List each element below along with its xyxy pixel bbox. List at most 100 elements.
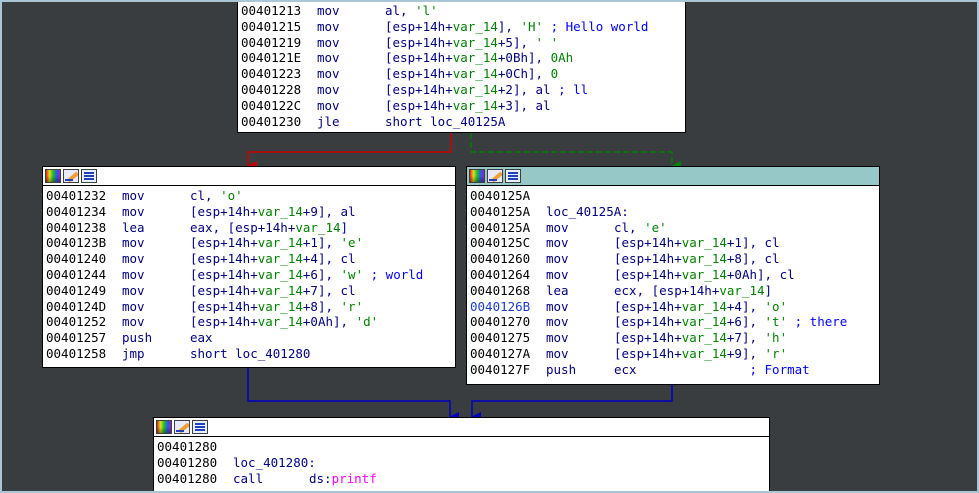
operand-part: ] [340,219,349,235]
operands[interactable]: [esp+14h+var_14+0Ah], 'd' [190,314,378,330]
rename-pencil-icon[interactable] [63,169,79,183]
code-block-right[interactable]: 0040125A 0040125A loc_40125A: 0040125A mov cl… [466,166,880,385]
color-palette-icon[interactable] [156,420,172,434]
operand-part: var_14 [257,203,303,219]
operands[interactable]: [esp+14h+var_14+3], al [385,98,551,114]
graph-overview-icon[interactable] [81,169,97,183]
code-line[interactable]: 00401249 mov [esp+14h+var_14+7], cl [46,283,452,299]
operands[interactable]: [esp+14h+var_14+6], 't' ; there [614,314,847,330]
operands[interactable]: [esp+14h+var_14+5], ' ' [385,35,558,51]
code-line[interactable]: 00401258 jmp short loc_401280 [46,346,452,362]
code-line[interactable]: 0040124D mov [esp+14h+var_14+8], 'r' [46,299,452,315]
code-line[interactable]: 0040127F push ecx ; Format [470,362,876,378]
code-block-bottom[interactable]: 00401280 00401280 loc_401280: 00401280 call d… [153,417,770,491]
rename-pencil-icon[interactable] [174,420,190,434]
operand-part: short loc_40125A [385,113,506,129]
operands[interactable]: [esp+14h+var_14], 'H' ; Hello world [385,19,648,35]
edge-right-to-bottom[interactable] [471,383,673,422]
line-address: 00401257 [46,330,107,346]
code-line[interactable]: 00401238 lea eax, [esp+14h+var_14] [46,220,452,236]
edge-true-branch[interactable] [470,133,681,171]
operands[interactable]: ecx, [esp+14h+var_14] [614,283,772,299]
code-line[interactable]: 00401230 jle short loc_40125A [241,114,682,130]
code-line[interactable]: 00401228 mov [esp+14h+var_14+2], al ; ll [241,82,682,98]
code-block-left[interactable]: 00401232 mov cl, 'o' 00401234 mov [esp+14h+va… [42,166,456,368]
code-line[interactable]: 0040127A mov [esp+14h+var_14+9], 'r' [470,346,876,362]
code-line[interactable]: 00401215 mov [esp+14h+var_14], 'H' ; Hello… [241,19,682,35]
operand-part: [esp+14h+ [190,266,258,282]
operands[interactable]: cl, 'o' [190,188,243,204]
graph-view[interactable]: 00401213 mov al, 'l' 00401215 mov [esp+14h+va… [0,0,979,493]
mnemonic: call [233,470,264,486]
rename-pencil-icon[interactable] [487,169,503,183]
code-line[interactable]: 00401234 mov [esp+14h+var_14+9], al [46,204,452,220]
code-line[interactable]: 00401219 mov [esp+14h+var_14+5], ' ' [241,35,682,51]
operand-part: +8], cl [726,251,780,267]
operands[interactable]: [esp+14h+var_14+8], 'r' [190,299,363,315]
operands[interactable]: [esp+14h+var_14+8], cl [614,251,780,267]
color-palette-icon[interactable] [469,169,485,183]
code-block-top[interactable]: 00401213 mov al, 'l' 00401215 mov [esp+14h+va… [237,2,686,133]
operands[interactable]: [esp+14h+var_14+2], al ; ll [385,82,588,98]
code-line[interactable]: 0040125C mov [esp+14h+var_14+1], cl [470,235,876,251]
code-line[interactable]: 00401260 mov [esp+14h+var_14+8], cl [470,251,876,267]
code-line[interactable]: 00401264 mov [esp+14h+var_14+0Ah], cl [470,267,876,283]
color-palette-icon[interactable] [45,169,61,183]
operands[interactable]: [esp+14h+var_14+1], cl [614,235,780,251]
operands[interactable]: short loc_40125A [385,114,505,130]
operand-part: +3], al [497,97,551,113]
operand-part: var_14 [681,298,727,314]
operands[interactable]: [esp+14h+var_14+4], 'o' [614,299,787,315]
operands[interactable]: eax [190,330,213,346]
operands[interactable]: [esp+14h+var_14+0Ah], cl [614,267,795,283]
graph-overview-icon[interactable] [192,420,208,434]
code-line[interactable]: 00401280 [157,439,766,455]
operands[interactable]: cl, 'e' [614,220,667,236]
graph-overview-icon[interactable] [505,169,521,183]
operand-part: [esp+14h+ [190,251,258,267]
operands[interactable]: [esp+14h+var_14+1], 'e' [190,235,363,251]
code-line[interactable]: 0040123B mov [esp+14h+var_14+1], 'e' [46,235,452,251]
code-line[interactable]: 00401244 mov [esp+14h+var_14+6], 'w' ; wor… [46,267,452,283]
code-line[interactable]: 00401240 mov [esp+14h+var_14+4], cl [46,251,452,267]
code-line[interactable]: 0040125A [470,188,876,204]
code-line[interactable]: 00401232 mov cl, 'o' [46,188,452,204]
operands[interactable]: [esp+14h+var_14+4], cl [190,251,356,267]
operands[interactable]: [esp+14h+var_14+9], al [190,204,356,220]
operands[interactable]: ds:printf [309,471,377,487]
code-label[interactable]: loc_40125A: [546,204,629,220]
operands[interactable]: ecx ; Format [614,362,810,378]
operand-part: +4], cl [302,251,356,267]
operands[interactable]: [esp+14h+var_14+9], 'r' [614,346,787,362]
operands[interactable]: [esp+14h+var_14+7], 'h' [614,330,787,346]
code-line[interactable]: 0040125A mov cl, 'e' [470,220,876,236]
code-lines: 00401280 00401280 loc_401280: 00401280 call d… [154,437,769,486]
mnemonic: jmp [122,345,145,361]
mnemonic: mov [317,50,340,66]
code-line[interactable]: 0040125A loc_40125A: [470,204,876,220]
code-line[interactable]: 0040126B mov [esp+14h+var_14+4], 'o' [470,299,876,315]
line-address: 0040126B [470,298,531,314]
code-line[interactable]: 0040122C mov [esp+14h+var_14+3], al [241,98,682,114]
operands[interactable]: short loc_401280 [190,346,310,362]
code-line[interactable]: 00401223 mov [esp+14h+var_14+0Ch], 0 [241,66,682,82]
operands[interactable]: [esp+14h+var_14+7], cl [190,283,356,299]
operands[interactable]: eax, [esp+14h+var_14] [190,220,348,236]
edge-left-to-bottom[interactable] [247,367,459,422]
edge-false-branch[interactable] [247,133,452,171]
code-line[interactable]: 00401280 call ds:printf [157,471,766,487]
code-line[interactable]: 00401270 mov [esp+14h+var_14+6], 't' ; the… [470,314,876,330]
code-label[interactable]: loc_401280: [233,455,316,471]
code-line[interactable]: 0040121E mov [esp+14h+var_14+0Bh], 0Ah [241,50,682,66]
operands[interactable]: al, 'l' [385,3,438,19]
code-line[interactable]: 00401275 mov [esp+14h+var_14+7], 'h' [470,330,876,346]
line-address: 0040127A [470,345,531,361]
operands[interactable]: [esp+14h+var_14+0Ch], 0 [385,66,558,82]
code-line[interactable]: 00401268 lea ecx, [esp+14h+var_14] [470,283,876,299]
code-line[interactable]: 00401213 mov al, 'l' [241,3,682,19]
operands[interactable]: [esp+14h+var_14+0Bh], 0Ah [385,50,573,66]
code-line[interactable]: 00401257 push eax [46,330,452,346]
code-line[interactable]: 00401280 loc_401280: [157,455,766,471]
code-line[interactable]: 00401252 mov [esp+14h+var_14+0Ah], 'd' [46,314,452,330]
operands[interactable]: [esp+14h+var_14+6], 'w' ; world [190,267,423,283]
